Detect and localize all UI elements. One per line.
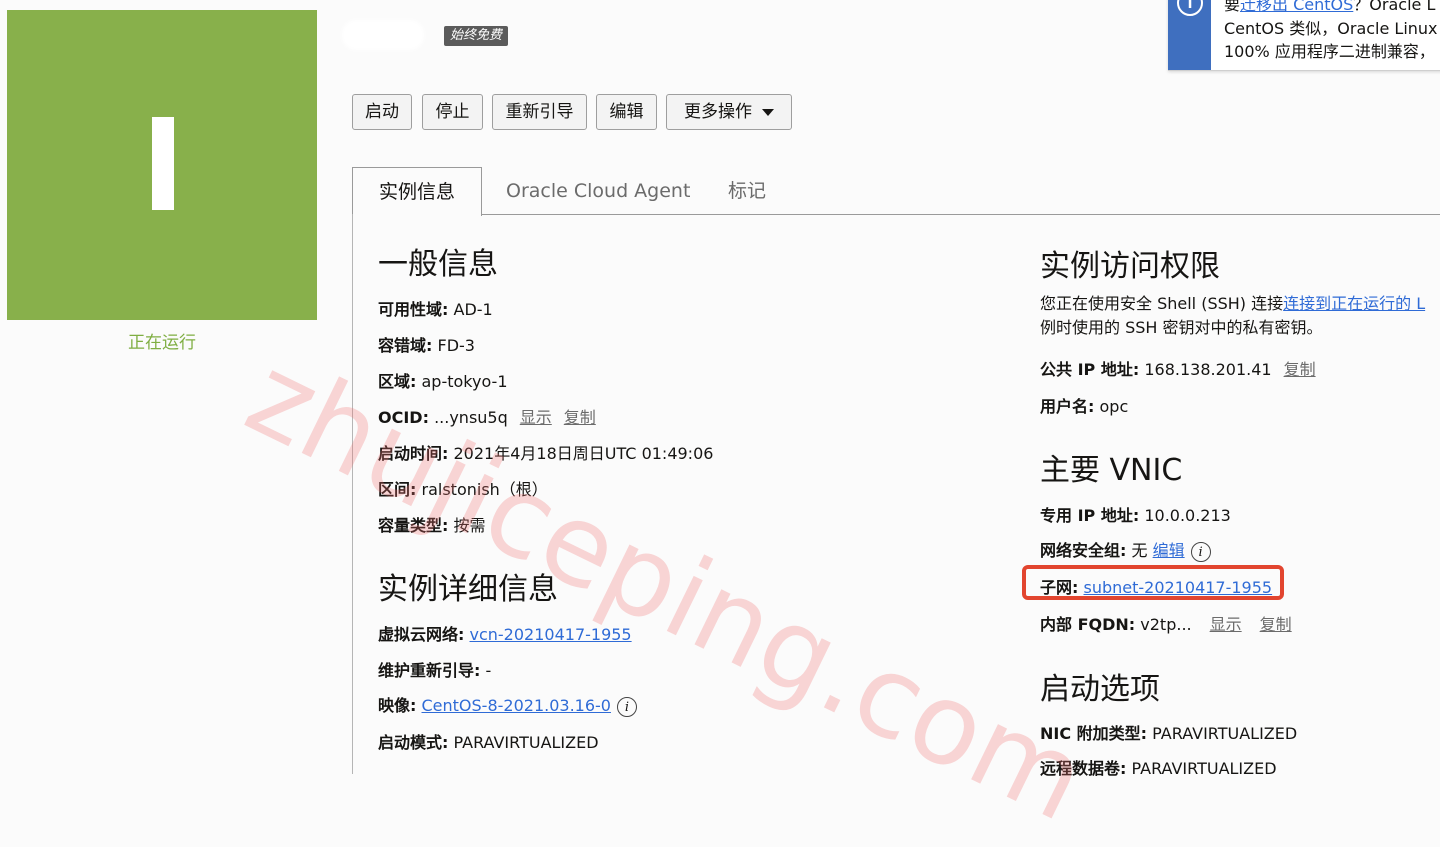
tab-oracle-cloud-agent[interactable]: Oracle Cloud Agent [506, 167, 690, 215]
more-actions-button[interactable]: 更多操作 [666, 94, 792, 130]
instance-access-title: 实例访问权限 [1040, 249, 1220, 284]
chevron-down-icon [762, 108, 774, 116]
field-label: 维护重新引导: [378, 661, 481, 680]
field-label: 启动时间: [378, 444, 449, 463]
launch-mode-row: 启动模式: PARAVIRTUALIZED [378, 729, 599, 753]
field-label: 可用性域: [378, 300, 449, 319]
field-value: v2tp... [1140, 615, 1192, 634]
tab-instance-info[interactable]: 实例信息 [352, 167, 482, 216]
content-border [352, 214, 353, 774]
field-label: OCID: [378, 408, 429, 427]
access-description-line-1: 您正在使用安全 Shell (SSH) 连接连接到正在运行的 L [1040, 290, 1425, 314]
edit-button[interactable]: 编辑 [596, 94, 657, 130]
field-label: 区域: [378, 372, 417, 391]
primary-vnic-title: 主要 VNIC [1040, 453, 1183, 488]
fqdn-show-link[interactable]: 显示 [1210, 615, 1242, 634]
migrate-centos-link[interactable]: 迁移出 CentOS [1240, 0, 1353, 14]
instance-name-redacted [342, 20, 424, 50]
vcn-link[interactable]: vcn-20210417-1955 [470, 625, 632, 644]
tab-tags[interactable]: 标记 [728, 167, 766, 215]
nsg-edit-link[interactable]: 编辑 [1153, 541, 1185, 560]
username-row: 用户名: opc [1040, 393, 1128, 417]
banner-text: ？Oracle L [1353, 0, 1436, 14]
capacity-type-row: 容量类型: 按需 [378, 512, 486, 536]
image-link[interactable]: CentOS-8-2021.03.16-0 [422, 696, 611, 715]
image-row: 映像: CentOS-8-2021.03.16-0 i [378, 692, 637, 717]
field-label: 容错域: [378, 336, 433, 355]
more-actions-label: 更多操作 [684, 102, 752, 122]
field-label: 容量类型: [378, 516, 449, 535]
field-label: 子网: [1040, 578, 1079, 597]
banner-text: 要 [1224, 0, 1241, 14]
region-row: 区域: ap-tokyo-1 [378, 368, 508, 392]
ocid-show-link[interactable]: 显示 [520, 408, 552, 427]
launch-time-row: 启动时间: 2021年4月18日周日UTC 01:49:06 [378, 440, 713, 464]
instance-letter-glyph [152, 117, 174, 210]
description-text: 您正在使用安全 Shell (SSH) 连接 [1040, 294, 1284, 313]
stop-button[interactable]: 停止 [422, 94, 483, 130]
reboot-button[interactable]: 重新引导 [492, 94, 587, 130]
public-ip-copy-link[interactable]: 复制 [1284, 360, 1316, 379]
subnet-link[interactable]: subnet-20210417-1955 [1084, 578, 1273, 597]
private-ip-row: 专用 IP 地址: 10.0.0.213 [1040, 502, 1231, 526]
field-label: 区间: [378, 480, 417, 499]
nic-attachment-row: NIC 附加类型: PARAVIRTUALIZED [1040, 720, 1297, 744]
field-value: PARAVIRTUALIZED [453, 733, 599, 752]
field-value: 10.0.0.213 [1144, 506, 1231, 525]
connect-instance-link[interactable]: 连接到正在运行的 L [1283, 294, 1425, 313]
general-info-title: 一般信息 [378, 247, 498, 282]
field-label: 用户名: [1040, 397, 1095, 416]
site-watermark: zhujiceping.com [228, 330, 1106, 847]
field-value: 无 [1131, 541, 1148, 560]
availability-domain-row: 可用性域: AD-1 [378, 296, 493, 320]
field-label: 专用 IP 地址: [1040, 506, 1140, 525]
start-button[interactable]: 启动 [352, 94, 412, 130]
access-description-line-2: 例时使用的 SSH 密钥对中的私有密钥。 [1040, 318, 1323, 337]
ocid-copy-link[interactable]: 复制 [564, 408, 596, 427]
field-value: ap-tokyo-1 [421, 372, 508, 391]
info-icon[interactable]: i [1190, 541, 1211, 562]
field-label: 映像: [378, 696, 417, 715]
field-value: opc [1099, 397, 1129, 416]
field-label: 虚拟云网络: [378, 625, 465, 644]
fqdn-copy-link[interactable]: 复制 [1260, 615, 1292, 634]
field-value: FD-3 [437, 336, 475, 355]
launch-options-title: 启动选项 [1040, 672, 1160, 707]
banner-line-2: CentOS 类似，Oracle Linux [1224, 19, 1438, 38]
internal-fqdn-row: 内部 FQDN: v2tp... 显示 复制 [1040, 611, 1292, 635]
vcn-row: 虚拟云网络: vcn-20210417-1955 [378, 621, 632, 645]
instance-details-title: 实例详细信息 [378, 572, 558, 607]
field-value: PARAVIRTUALIZED [1131, 759, 1277, 778]
maintenance-reboot-row: 维护重新引导: - [378, 657, 491, 681]
field-value: AD-1 [453, 300, 493, 319]
subnet-row: 子网: subnet-20210417-1955 [1040, 574, 1272, 598]
field-value: PARAVIRTUALIZED [1152, 724, 1298, 743]
field-value: ...ynsu5q [434, 408, 508, 427]
always-free-badge: 始终免费 [444, 26, 509, 46]
network-security-group-row: 网络安全组: 无 编辑 i [1040, 537, 1211, 562]
field-label: 远程数据卷: [1040, 759, 1127, 778]
field-value: 按需 [453, 516, 486, 535]
ocid-row: OCID: ...ynsu5q 显示 复制 [378, 404, 596, 428]
banner-line-3: 100% 应用程序二进制兼容， [1224, 42, 1435, 61]
instance-status-label: 正在运行 [128, 333, 196, 353]
field-label: 启动模式: [378, 733, 449, 752]
field-value: ralstonish（根） [421, 480, 548, 499]
field-label: 公共 IP 地址: [1040, 360, 1140, 379]
fault-domain-row: 容错域: FD-3 [378, 332, 475, 356]
compartment-row: 区间: ralstonish（根） [378, 476, 548, 500]
banner-line-1: 要迁移出 CentOS？Oracle L [1224, 0, 1435, 15]
public-ip-row: 公共 IP 地址: 168.138.201.41 复制 [1040, 356, 1316, 380]
field-value: 168.138.201.41 [1144, 360, 1272, 379]
field-value: - [485, 661, 492, 680]
field-label: NIC 附加类型: [1040, 724, 1148, 743]
field-label: 内部 FQDN: [1040, 615, 1136, 634]
remote-volume-row: 远程数据卷: PARAVIRTUALIZED [1040, 755, 1277, 779]
info-icon[interactable]: i [616, 696, 637, 717]
field-label: 网络安全组: [1040, 541, 1127, 560]
field-value: 2021年4月18日周日UTC 01:49:06 [453, 444, 714, 463]
